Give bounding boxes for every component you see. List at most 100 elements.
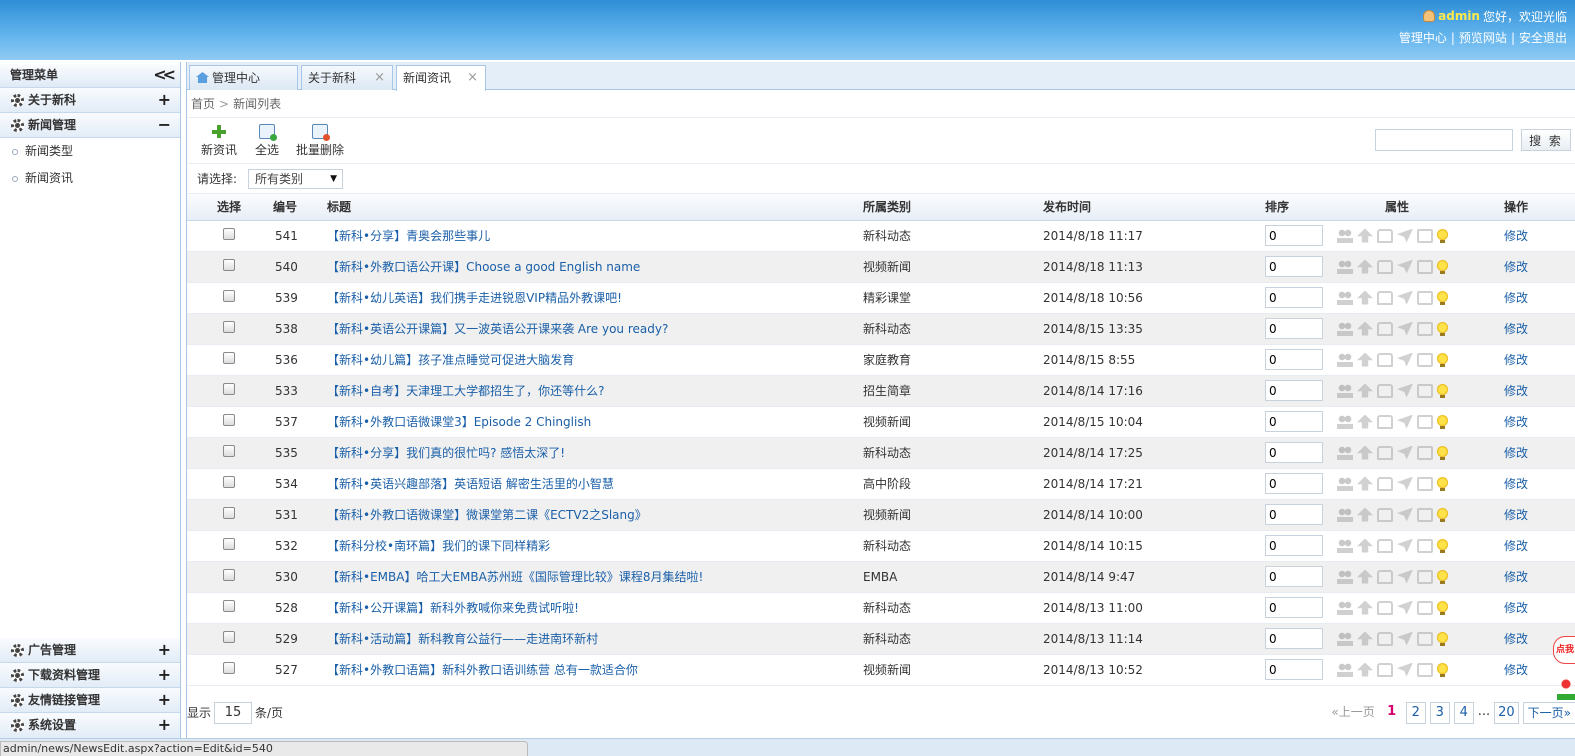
edit-link[interactable]: 修改 — [1504, 446, 1528, 460]
news-title-link[interactable]: 【新科•外教口语微课堂3】Episode 2 Chinglish — [327, 415, 591, 429]
prev-page-link[interactable]: «上一页 — [1328, 702, 1377, 724]
order-input[interactable] — [1265, 597, 1323, 618]
send-icon[interactable] — [1397, 507, 1413, 522]
lightbulb-icon[interactable] — [1437, 600, 1448, 615]
send-icon[interactable] — [1397, 228, 1413, 243]
order-input[interactable] — [1265, 659, 1323, 680]
order-input[interactable] — [1265, 318, 1323, 339]
arrow-up-icon[interactable] — [1357, 538, 1373, 553]
thumbs-up-icon[interactable] — [1377, 662, 1393, 677]
copy-icon[interactable] — [1417, 321, 1433, 336]
row-checkbox[interactable] — [223, 600, 235, 612]
search-button[interactable]: 搜 索 — [1521, 129, 1571, 151]
row-checkbox[interactable] — [223, 507, 235, 519]
order-input[interactable] — [1265, 473, 1323, 494]
row-checkbox[interactable] — [223, 259, 235, 271]
lightbulb-icon[interactable] — [1437, 631, 1448, 646]
copy-icon[interactable] — [1417, 414, 1433, 429]
row-checkbox[interactable] — [223, 290, 235, 302]
users-icon[interactable] — [1337, 228, 1353, 243]
thumbs-up-icon[interactable] — [1377, 476, 1393, 491]
send-icon[interactable] — [1397, 538, 1413, 553]
edit-link[interactable]: 修改 — [1504, 601, 1528, 615]
arrow-up-icon[interactable] — [1357, 290, 1373, 305]
edit-link[interactable]: 修改 — [1504, 415, 1528, 429]
news-title-link[interactable]: 【新科•活动篇】新科教育公益行——走进南环新村 — [327, 632, 598, 646]
edit-link[interactable]: 修改 — [1504, 229, 1528, 243]
collapse-icon[interactable]: − — [158, 113, 171, 137]
lightbulb-icon[interactable] — [1437, 445, 1448, 460]
select-all-button[interactable]: 全选 — [255, 124, 279, 158]
page-link[interactable]: 3 — [1429, 702, 1450, 724]
copy-icon[interactable] — [1417, 631, 1433, 646]
edit-link[interactable]: 修改 — [1504, 477, 1528, 491]
row-checkbox[interactable] — [223, 383, 235, 395]
lightbulb-icon[interactable] — [1437, 383, 1448, 398]
thumbs-up-icon[interactable] — [1377, 600, 1393, 615]
send-icon[interactable] — [1397, 476, 1413, 491]
next-page-link[interactable]: 下一页» — [1522, 702, 1575, 724]
breadcrumb-home[interactable]: 首页 — [191, 97, 215, 111]
lightbulb-icon[interactable] — [1437, 507, 1448, 522]
page-link[interactable]: 4 — [1453, 702, 1474, 724]
tab-about[interactable]: 关于新科 × — [301, 65, 393, 90]
news-title-link[interactable]: 【新科•分享】我们真的很忙吗? 感悟太深了! — [327, 446, 565, 460]
send-icon[interactable] — [1397, 445, 1413, 460]
edit-link[interactable]: 修改 — [1504, 663, 1528, 677]
row-checkbox[interactable] — [223, 662, 235, 674]
batch-delete-button[interactable]: 批量删除 — [296, 124, 344, 158]
row-checkbox[interactable] — [223, 352, 235, 364]
edit-link[interactable]: 修改 — [1504, 539, 1528, 553]
send-icon[interactable] — [1397, 352, 1413, 367]
sidebar-group-ads[interactable]: 广告管理 + — [0, 638, 180, 663]
arrow-up-icon[interactable] — [1357, 383, 1373, 398]
row-checkbox[interactable] — [223, 414, 235, 426]
arrow-up-icon[interactable] — [1357, 507, 1373, 522]
edit-link[interactable]: 修改 — [1504, 384, 1528, 398]
tab-news[interactable]: 新闻资讯 × — [396, 65, 486, 91]
users-icon[interactable] — [1337, 290, 1353, 305]
lightbulb-icon[interactable] — [1437, 259, 1448, 274]
expand-icon[interactable]: + — [158, 688, 171, 712]
lightbulb-icon[interactable] — [1437, 290, 1448, 305]
thumbs-up-icon[interactable] — [1377, 321, 1393, 336]
copy-icon[interactable] — [1417, 445, 1433, 460]
order-input[interactable] — [1265, 566, 1323, 587]
page-size-input[interactable]: 15 — [214, 702, 253, 724]
row-checkbox[interactable] — [223, 321, 235, 333]
expand-icon[interactable]: + — [158, 663, 171, 687]
news-title-link[interactable]: 【新科•外教口语篇】新科外教口语训练营 总有一款适合你 — [327, 663, 638, 677]
lightbulb-icon[interactable] — [1437, 662, 1448, 677]
news-title-link[interactable]: 【新科•外教口语公开课】Choose a good English name — [327, 260, 640, 274]
sidebar-group-settings[interactable]: 系统设置 + — [0, 713, 180, 738]
send-icon[interactable] — [1397, 321, 1413, 336]
arrow-up-icon[interactable] — [1357, 321, 1373, 336]
copy-icon[interactable] — [1417, 600, 1433, 615]
expand-icon[interactable]: + — [158, 713, 171, 737]
arrow-up-icon[interactable] — [1357, 476, 1373, 491]
news-title-link[interactable]: 【新科•英语兴趣部落】英语短语 解密生活里的小智慧 — [327, 477, 614, 491]
close-icon[interactable]: × — [374, 66, 385, 90]
order-input[interactable] — [1265, 256, 1323, 277]
send-icon[interactable] — [1397, 259, 1413, 274]
users-icon[interactable] — [1337, 507, 1353, 522]
sidebar-group-friend-links[interactable]: 友情链接管理 + — [0, 688, 180, 713]
edit-link[interactable]: 修改 — [1504, 291, 1528, 305]
users-icon[interactable] — [1337, 600, 1353, 615]
thumbs-up-icon[interactable] — [1377, 445, 1393, 460]
search-input[interactable] — [1375, 129, 1513, 151]
send-icon[interactable] — [1397, 290, 1413, 305]
copy-icon[interactable] — [1417, 569, 1433, 584]
send-icon[interactable] — [1397, 631, 1413, 646]
users-icon[interactable] — [1337, 352, 1353, 367]
users-icon[interactable] — [1337, 383, 1353, 398]
users-icon[interactable] — [1337, 538, 1353, 553]
arrow-up-icon[interactable] — [1357, 662, 1373, 677]
thumbs-up-icon[interactable] — [1377, 290, 1393, 305]
news-title-link[interactable]: 【新科•EMBA】哈工大EMBA苏州班《国际管理比较》课程8月集结啦! — [327, 570, 703, 584]
order-input[interactable] — [1265, 628, 1323, 649]
copy-icon[interactable] — [1417, 228, 1433, 243]
row-checkbox[interactable] — [223, 445, 235, 457]
edit-link[interactable]: 修改 — [1504, 508, 1528, 522]
thumbs-up-icon[interactable] — [1377, 352, 1393, 367]
